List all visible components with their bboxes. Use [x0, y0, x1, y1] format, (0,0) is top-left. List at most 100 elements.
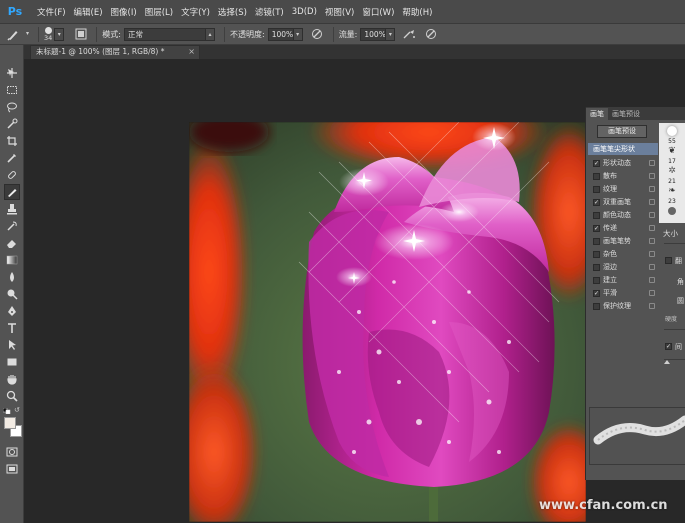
pen-tool-icon[interactable] [4, 303, 20, 319]
leaf-brush-2-icon[interactable]: ❧ [667, 186, 677, 196]
path-selection-tool-icon[interactable] [4, 337, 20, 353]
checkbox[interactable] [593, 263, 600, 271]
move-tool-icon[interactable] [4, 65, 20, 81]
menu-view[interactable]: 视图(V) [321, 6, 358, 18]
crop-tool-icon[interactable] [4, 133, 20, 149]
opacity-field[interactable]: 100% [267, 27, 294, 41]
option-shape-dynamics[interactable]: ✓ 形状动态 [588, 157, 658, 169]
mode-dropdown[interactable]: ▴ [204, 27, 215, 41]
gradient-tool-icon[interactable] [4, 252, 20, 268]
dodge-tool-icon[interactable] [4, 286, 20, 302]
swap-colors-icon[interactable]: ↺ [14, 406, 22, 414]
lock-icon[interactable] [649, 251, 655, 257]
menu-layer[interactable]: 图层(L) [141, 6, 177, 18]
checkbox[interactable] [593, 250, 600, 258]
spacing-slider-thumb[interactable] [664, 360, 670, 364]
brush-tip-grid[interactable]: 55 ❦ 17 ✲ 21 ❧ 23 [659, 123, 685, 223]
tab-brush-presets[interactable]: 画笔预设 [608, 108, 644, 120]
eyedropper-tool-icon[interactable] [4, 150, 20, 166]
menu-window[interactable]: 窗口(W) [358, 6, 398, 18]
lock-icon[interactable] [649, 212, 655, 218]
star-brush-icon[interactable]: ✲ [667, 166, 677, 176]
checkbox[interactable]: ✓ [593, 224, 600, 232]
history-brush-tool-icon[interactable] [4, 218, 20, 234]
checkbox[interactable] [593, 211, 600, 219]
brush-tool-preset-icon[interactable] [6, 27, 21, 42]
airbrush-icon[interactable] [402, 27, 417, 42]
tab-brush[interactable]: 画笔 [586, 108, 608, 120]
lock-icon[interactable] [649, 303, 655, 309]
brush-panel-toggle-icon[interactable] [73, 27, 88, 42]
brush-tool-icon[interactable] [4, 184, 20, 200]
option-dual-brush[interactable]: ✓ 双重画笔 [588, 196, 658, 208]
option-wet-edges[interactable]: 湿边 [588, 261, 658, 273]
option-build-up[interactable]: 建立 [588, 274, 658, 286]
menu-select[interactable]: 选择(S) [214, 6, 251, 18]
flip-x-checkbox[interactable] [665, 257, 672, 264]
lock-icon[interactable] [649, 199, 655, 205]
rectangle-tool-icon[interactable] [4, 354, 20, 370]
lock-icon[interactable] [649, 290, 655, 296]
menu-type[interactable]: 文字(Y) [177, 6, 214, 18]
option-smoothing[interactable]: ✓ 平滑 [588, 287, 658, 299]
checkbox[interactable] [593, 237, 600, 245]
clone-stamp-tool-icon[interactable] [4, 201, 20, 217]
leaf-brush-icon[interactable]: ❦ [667, 146, 677, 156]
checkbox[interactable]: ✓ [593, 159, 600, 167]
brush-size-picker[interactable]: 34 [44, 26, 52, 42]
menu-file[interactable]: 文件(F) [33, 6, 70, 18]
option-color-dynamics[interactable]: 颜色动态 [588, 209, 658, 221]
close-tab-icon[interactable]: × [188, 46, 195, 58]
type-tool-icon[interactable] [4, 320, 20, 336]
zoom-tool-icon[interactable] [4, 388, 20, 404]
flow-field[interactable]: 100% [360, 27, 387, 41]
checkbox[interactable] [593, 276, 600, 284]
lock-icon[interactable] [649, 173, 655, 179]
quick-mask-icon[interactable] [4, 444, 20, 460]
checkbox[interactable] [593, 302, 600, 310]
pressure-size-icon[interactable] [423, 27, 438, 42]
checkbox[interactable] [593, 185, 600, 193]
lasso-tool-icon[interactable] [4, 99, 20, 115]
option-scattering[interactable]: 散布 [588, 170, 658, 182]
option-noise[interactable]: 杂色 [588, 248, 658, 260]
brush-tip-shape-item[interactable]: 画笔笔尖形状 [588, 143, 658, 155]
spacing-checkbox[interactable]: ✓ [665, 343, 672, 350]
checkbox[interactable] [593, 172, 600, 180]
hand-tool-icon[interactable] [4, 371, 20, 387]
healing-brush-tool-icon[interactable] [4, 167, 20, 183]
checkbox[interactable]: ✓ [593, 289, 600, 297]
tool-preset-dropdown[interactable]: ▾ [24, 28, 31, 41]
soft-round-brush-icon[interactable] [667, 126, 677, 136]
opacity-dropdown[interactable]: ▾ [292, 27, 303, 41]
menu-3d[interactable]: 3D(D) [288, 7, 321, 17]
brush-presets-button[interactable]: 画笔预设 [597, 125, 647, 138]
lock-icon[interactable] [649, 277, 655, 283]
blur-tool-icon[interactable] [4, 269, 20, 285]
pressure-opacity-icon[interactable] [310, 27, 325, 42]
eraser-tool-icon[interactable] [4, 235, 20, 251]
lock-icon[interactable] [649, 186, 655, 192]
lock-icon[interactable] [649, 238, 655, 244]
marquee-tool-icon[interactable] [4, 82, 20, 98]
default-colors-icon[interactable] [2, 407, 11, 415]
brush-picker-dropdown[interactable]: ▾ [54, 27, 65, 41]
lock-icon[interactable] [649, 264, 655, 270]
tulip-photo[interactable] [189, 122, 586, 522]
mode-select[interactable]: 正常 [123, 27, 206, 41]
hard-round-brush-icon[interactable] [668, 207, 676, 215]
option-protect-texture[interactable]: 保护纹理 [588, 300, 658, 312]
menu-edit[interactable]: 编辑(E) [70, 6, 107, 18]
size-slider[interactable] [664, 243, 685, 244]
option-transfer[interactable]: ✓ 传递 [588, 222, 658, 234]
lock-icon[interactable] [649, 160, 655, 166]
option-brush-pose[interactable]: 画笔笔势 [588, 235, 658, 247]
menu-filter[interactable]: 滤镜(T) [251, 6, 288, 18]
lock-icon[interactable] [649, 225, 655, 231]
checkbox[interactable]: ✓ [593, 198, 600, 206]
option-texture[interactable]: 纹理 [588, 183, 658, 195]
screen-mode-icon[interactable] [4, 461, 20, 477]
document-tab[interactable]: 未标题-1 @ 100% (图层 1, RGB/8) * × [30, 45, 200, 59]
hardness-slider[interactable] [664, 329, 685, 330]
quick-selection-tool-icon[interactable] [4, 116, 20, 132]
